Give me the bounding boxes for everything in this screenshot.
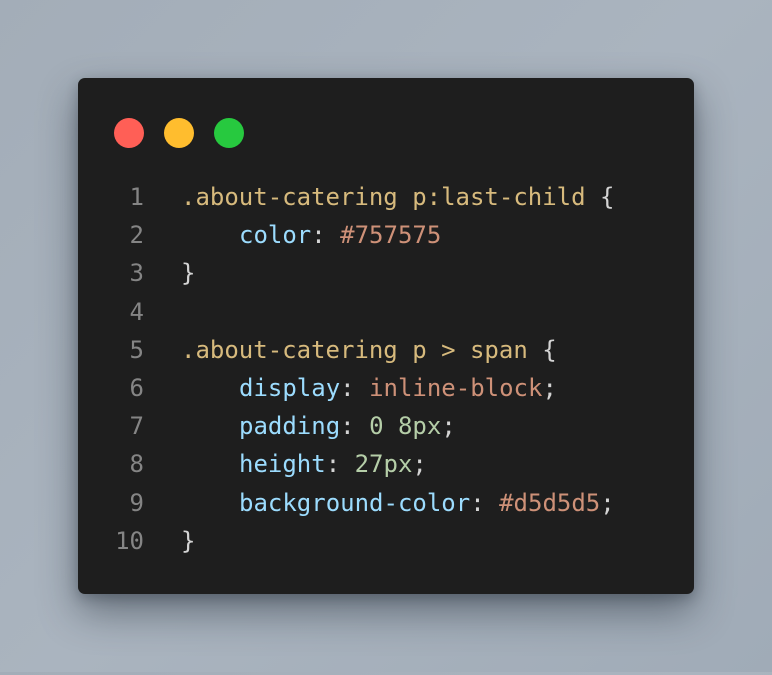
css-value: #d5d5d5 [499, 488, 601, 517]
code-block: 1 .about-catering p:last-child { 2 color… [78, 178, 694, 560]
css-property: background-color [239, 488, 471, 517]
close-brace: } [181, 259, 196, 288]
semicolon: ; [600, 488, 615, 517]
line-number: 7 [129, 412, 144, 441]
minimize-dot-icon[interactable] [164, 118, 194, 148]
code-window: 1 .about-catering p:last-child { 2 color… [78, 78, 694, 594]
code-line: 3 } [78, 254, 694, 292]
css-property: color [239, 221, 312, 250]
line-number: 10 [115, 526, 144, 555]
window-controls [114, 118, 244, 148]
line-number: 1 [129, 183, 144, 211]
code-line: 8 height: 27px; [78, 445, 694, 483]
code-line: 6 display: inline-block; [78, 369, 694, 407]
line-number: 5 [129, 335, 144, 364]
css-value: 0 8px [369, 412, 442, 441]
open-brace: { [527, 335, 557, 364]
semicolon: ; [542, 373, 557, 402]
css-property: display [239, 373, 341, 402]
code-line: 1 .about-catering p:last-child { [78, 178, 694, 216]
colon: : [340, 412, 370, 441]
css-value: inline-block [369, 373, 543, 402]
maximize-dot-icon[interactable] [214, 118, 244, 148]
semicolon: ; [441, 412, 456, 441]
css-value: 27px [354, 450, 413, 479]
close-brace: } [181, 526, 196, 555]
code-line: 10 } [78, 522, 694, 560]
line-number: 2 [129, 221, 144, 250]
code-line: 2 color: #757575 [78, 216, 694, 254]
code-line: 4 [78, 293, 694, 331]
css-property: height [239, 450, 326, 479]
colon: : [325, 450, 355, 479]
css-selector: .about-catering p > span [181, 335, 528, 364]
line-number: 4 [129, 297, 144, 326]
line-number: 8 [129, 450, 144, 479]
colon: : [340, 373, 370, 402]
colon: : [311, 221, 341, 250]
css-property: padding [239, 412, 341, 441]
semicolon: ; [412, 450, 427, 479]
line-number: 9 [129, 488, 144, 517]
line-number: 6 [129, 373, 144, 402]
colon: : [470, 488, 500, 517]
css-selector: .about-catering p:last-child [181, 183, 586, 211]
line-number: 3 [129, 259, 144, 288]
open-brace: { [585, 183, 615, 211]
close-dot-icon[interactable] [114, 118, 144, 148]
code-line: 7 padding: 0 8px; [78, 407, 694, 445]
css-value: #757575 [340, 221, 442, 250]
code-line: 9 background-color: #d5d5d5; [78, 484, 694, 522]
code-line: 5 .about-catering p > span { [78, 331, 694, 369]
